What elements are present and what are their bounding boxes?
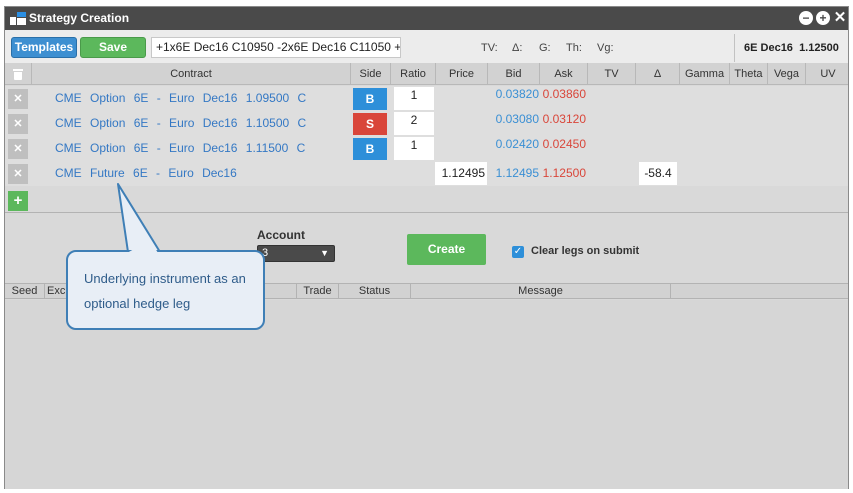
delta-label: Δ: (512, 42, 523, 54)
col-seed[interactable]: Seed (5, 284, 45, 299)
contract-link[interactable]: CME Option 6E - Euro Dec16 1.11500 C (55, 136, 305, 161)
clear-legs-checkbox[interactable]: ✓ (512, 246, 524, 258)
minimize-icon[interactable]: − (799, 11, 813, 25)
grid-header: Contract Side Ratio Price Bid Ask TV Δ G… (5, 63, 848, 85)
col-side[interactable]: Side (350, 63, 390, 85)
remove-leg-button[interactable]: ✕ (8, 114, 28, 134)
maximize-icon[interactable]: + (816, 11, 830, 25)
bid-value: 1.12495 (495, 166, 539, 180)
instrument-price: 1.12500 (799, 42, 839, 54)
col-price[interactable]: Price (435, 63, 487, 85)
vega-label: Vg: (597, 42, 614, 54)
col-tv[interactable]: TV (587, 63, 635, 85)
instrument-label: 6E Dec16 1.12500 (744, 42, 839, 54)
contract-link[interactable]: CME Option 6E - Euro Dec16 1.10500 C (55, 111, 306, 136)
side-buy-button[interactable]: B (353, 138, 387, 160)
table-row: ✕ CME Option 6E - Euro Dec16 1.11500 C B… (5, 136, 848, 161)
strategy-input[interactable]: +1x6E Dec16 C10950 -2x6E Dec16 C11050 + (151, 37, 401, 58)
toolbar-divider (734, 34, 735, 62)
col-contract[interactable]: Contract (31, 63, 350, 85)
bid-value: 0.03080 (495, 112, 539, 126)
app-logo-icon (10, 12, 26, 25)
col-gamma[interactable]: Gamma (679, 63, 729, 85)
table-row: ✕ CME Option 6E - Euro Dec16 1.10500 C S… (5, 111, 848, 136)
close-icon[interactable]: ✕ (833, 10, 847, 25)
clear-all-button[interactable] (5, 63, 31, 85)
toolbar: Templates Save +1x6E Dec16 C10950 -2x6E … (5, 30, 848, 66)
col-delta[interactable]: Δ (635, 63, 679, 85)
col-trade[interactable]: Trade (297, 284, 339, 299)
col-message[interactable]: Message (411, 284, 671, 299)
remove-leg-button[interactable]: ✕ (8, 164, 28, 184)
side-buy-button[interactable]: B (353, 88, 387, 110)
col-vega[interactable]: Vega (767, 63, 805, 85)
col-status[interactable]: Status (339, 284, 411, 299)
window-title: Strategy Creation (29, 11, 130, 25)
remove-leg-button[interactable]: ✕ (8, 89, 28, 109)
table-row: ✕ CME Option 6E - Euro Dec16 1.09500 C B… (5, 86, 848, 111)
theta-label: Th: (566, 42, 582, 54)
strategy-creation-window: Strategy Creation − + ✕ Templates Save +… (4, 6, 849, 489)
tv-label: TV: (481, 42, 498, 54)
table-row: ✕ CME Future 6E - Euro Dec16 1.12495 1.1… (5, 161, 848, 186)
chevron-down-icon: ▼ (320, 248, 329, 258)
col-uv[interactable]: UV (805, 63, 850, 85)
save-button[interactable]: Save (80, 37, 146, 58)
account-select[interactable]: 3 ▼ (257, 245, 335, 262)
side-sell-button[interactable]: S (353, 113, 387, 135)
account-label: Account (257, 228, 305, 242)
create-button[interactable]: Create (407, 234, 486, 265)
contract-link[interactable]: CME Option 6E - Euro Dec16 1.09500 C (55, 86, 306, 111)
bid-value: 0.02420 (495, 137, 539, 151)
bid-value: 0.03820 (495, 87, 539, 101)
clear-legs-label: Clear legs on submit (531, 245, 640, 257)
ask-value: 0.02450 (542, 137, 586, 151)
title-bar: Strategy Creation − + ✕ (5, 7, 848, 30)
legs-grid: Contract Side Ratio Price Bid Ask TV Δ G… (5, 63, 848, 211)
remove-leg-button[interactable]: ✕ (8, 139, 28, 159)
ask-value: 1.12500 (542, 166, 586, 180)
contract-link[interactable]: CME Future 6E - Euro Dec16 (55, 161, 237, 186)
col-ratio[interactable]: Ratio (390, 63, 435, 85)
col-bid[interactable]: Bid (487, 63, 539, 85)
ask-value: 0.03860 (542, 87, 586, 101)
delta-input[interactable]: -58.4 (639, 162, 677, 185)
callout-text: Underlying instrument as an optional hed… (84, 271, 246, 311)
ratio-input[interactable]: 1 (394, 137, 434, 160)
col-theta[interactable]: Theta (729, 63, 767, 85)
gamma-label: G: (539, 42, 551, 54)
trash-icon (13, 69, 23, 80)
callout-tooltip: Underlying instrument as an optional hed… (66, 250, 265, 330)
divider (5, 212, 848, 213)
ask-value: 0.03120 (542, 112, 586, 126)
ratio-input[interactable]: 2 (394, 112, 434, 135)
templates-button[interactable]: Templates (11, 37, 77, 58)
price-input[interactable]: 1.12495 (435, 162, 487, 185)
ratio-input[interactable]: 1 (394, 87, 434, 110)
col-ask[interactable]: Ask (539, 63, 587, 85)
add-leg-button[interactable]: + (8, 191, 28, 211)
instrument-name: 6E Dec16 (744, 42, 793, 54)
